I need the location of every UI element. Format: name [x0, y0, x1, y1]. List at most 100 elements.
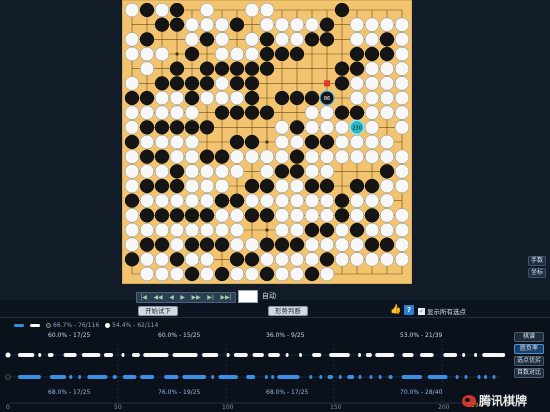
tencent-chess-watermark: 腾讯棋牌 — [462, 392, 527, 409]
black-move-segment — [455, 375, 459, 379]
black-stone — [259, 105, 275, 120]
white-stone — [214, 208, 230, 223]
black-stone — [319, 32, 335, 47]
white-stone — [274, 17, 290, 32]
black-stone — [364, 178, 380, 194]
back-one-icon[interactable]: ◀ — [169, 293, 174, 302]
white-stone — [379, 105, 395, 120]
black-stone — [154, 149, 170, 164]
white-move-segment — [420, 353, 434, 357]
first-move-icon[interactable]: |◀ — [140, 293, 147, 302]
help-icon[interactable]: ? — [404, 305, 414, 315]
white-stone — [154, 222, 170, 238]
black-stone — [274, 90, 290, 106]
forward-one-icon[interactable]: ▶ — [180, 293, 185, 302]
white-stone — [364, 76, 380, 91]
black-move-segment — [164, 375, 179, 379]
auto-play-button[interactable]: 自动 — [262, 291, 276, 301]
white-move-segment — [402, 353, 414, 357]
white-stone — [184, 252, 200, 267]
white-stone — [229, 208, 245, 223]
black-stone — [319, 252, 335, 267]
white-stone — [379, 208, 395, 223]
legend-white-stat: 54.4% - 62/114 — [105, 322, 158, 329]
white-stone — [304, 105, 320, 120]
black-stone — [199, 149, 215, 164]
black-stone — [289, 120, 305, 135]
black-stone — [154, 178, 170, 194]
white-stone — [394, 222, 410, 238]
white-stone — [199, 90, 215, 106]
white-stone — [154, 164, 170, 179]
white-move-segment — [202, 353, 219, 357]
white-stone-icon — [105, 323, 111, 328]
white-stone — [379, 76, 395, 91]
white-stone — [349, 90, 365, 106]
white-stone — [184, 193, 200, 208]
territory-judge-button[interactable]: 形势判断 — [268, 306, 308, 316]
thumbs-up-icon[interactable]: 👍 — [390, 305, 401, 315]
segment-stat-top-2: 60.0% - 15/25 — [158, 332, 201, 339]
playback-controls: |◀ ◀◀ ◀ ▶ ▶▶ ▶| ▶▶| 自动 开始试下 形势判断 👍 ? ✓ 显… — [0, 287, 550, 317]
black-stone — [229, 193, 245, 208]
coordinate-toggle-button[interactable]: 坐标 — [528, 268, 546, 278]
white-move-segment — [252, 353, 264, 357]
black-stone — [304, 32, 320, 47]
move-number-input[interactable] — [238, 290, 258, 303]
white-stone — [169, 266, 185, 282]
white-stone — [319, 237, 335, 252]
black-stone — [229, 134, 245, 150]
white-stone — [349, 237, 365, 252]
white-stone — [199, 164, 215, 179]
axis-tick-100: 100 — [222, 404, 234, 411]
black-move-segment — [484, 375, 488, 379]
back-ten-icon[interactable]: ◀◀ — [153, 293, 162, 302]
game-record-button[interactable]: 棋谱 — [514, 332, 544, 342]
black-row-icon — [5, 374, 11, 380]
black-stone — [139, 2, 155, 18]
black-stone — [259, 46, 275, 62]
white-stone — [274, 193, 290, 208]
show-all-options-toggle[interactable]: ✓ 显示所有选点 — [418, 306, 466, 316]
point-compare-button[interactable]: 目数对比 — [514, 368, 544, 378]
white-stone — [289, 208, 305, 223]
white-stone — [304, 149, 320, 164]
move-number-toggle-button[interactable]: 手数 — [528, 256, 546, 266]
black-move-segment — [347, 375, 355, 379]
white-stone — [319, 266, 335, 282]
black-stone — [244, 178, 260, 194]
win-rate-button[interactable]: 胜负率 — [514, 344, 544, 354]
black-stone — [154, 17, 170, 32]
white-stone — [154, 46, 170, 62]
black-stone — [274, 237, 290, 252]
start-trial-button[interactable]: 开始试下 — [138, 306, 178, 316]
white-stone — [304, 252, 320, 267]
go-board[interactable]: 86 230 — [122, 0, 412, 284]
white-stone — [184, 222, 200, 238]
black-stone — [244, 105, 260, 120]
white-move-segment — [38, 353, 42, 357]
checkbox-icon[interactable]: ✓ — [418, 307, 425, 315]
white-move-segment — [358, 353, 362, 357]
black-move-segment — [388, 375, 393, 379]
legend-blue-bar — [14, 324, 24, 327]
move-number-label: 86 — [324, 96, 330, 102]
last-move-icon[interactable]: ▶| — [207, 293, 214, 302]
white-stone — [379, 134, 395, 150]
black-move-segment — [427, 375, 448, 379]
white-stone — [124, 149, 140, 164]
white-stone — [154, 266, 170, 282]
end-icon[interactable]: ▶▶| — [220, 293, 231, 302]
white-stone — [139, 134, 155, 150]
move-quality-button[interactable]: 选点优劣 — [514, 356, 544, 366]
white-stone — [364, 222, 380, 238]
white-stone — [169, 237, 185, 252]
white-stone — [124, 76, 140, 91]
forward-ten-icon[interactable]: ▶▶ — [192, 293, 201, 302]
axis-tick-50: 50 — [114, 404, 122, 411]
board-viewer: 86 230 手数 坐标 — [0, 0, 550, 300]
white-stone — [364, 193, 380, 208]
black-stone — [214, 61, 230, 76]
segment-stat-bottom-4: 70.0% - 28/40 — [400, 389, 443, 396]
black-stone — [139, 90, 155, 106]
